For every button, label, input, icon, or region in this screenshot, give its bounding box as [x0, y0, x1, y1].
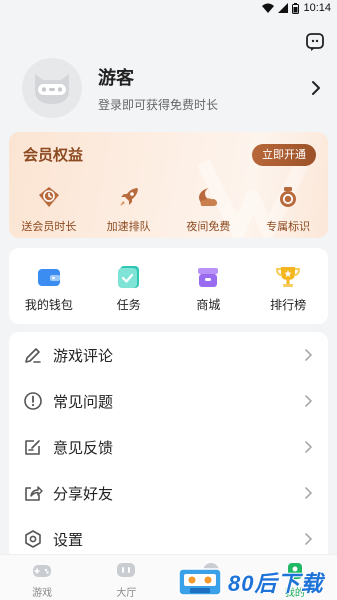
- moon-icon: [199, 188, 218, 206]
- share-icon: [25, 486, 43, 501]
- menu-item-game-review[interactable]: 游戏评论: [9, 332, 328, 378]
- vip-item-label: 夜间免费: [186, 221, 231, 233]
- signal-icon: [278, 3, 289, 13]
- shop-icon: [198, 268, 219, 287]
- cassette-logo-icon: [178, 568, 222, 596]
- menu-item-label: 游戏评论: [53, 347, 114, 365]
- tab-label: 游戏: [32, 588, 53, 599]
- avatar[interactable]: [22, 58, 82, 118]
- task-icon: [117, 266, 139, 288]
- chevron-right-icon: [305, 487, 313, 499]
- tool-task[interactable]: 任务: [89, 264, 169, 324]
- chevron-right-icon[interactable]: [310, 80, 322, 96]
- vip-item-time[interactable]: 送会员时长: [9, 184, 89, 234]
- tool-label: 我的钱包: [24, 298, 73, 312]
- menu-item-faq[interactable]: 常见问题: [9, 378, 328, 424]
- tool-ranking[interactable]: 排行榜: [248, 264, 328, 324]
- open-vip-button[interactable]: 立即开通: [252, 144, 316, 166]
- vip-benefits-card: 会员权益 立即开通 送会员时长 加速排队 夜间免费 专属标识: [9, 132, 328, 238]
- vip-item-label: 加速排队: [106, 221, 151, 233]
- trophy-icon: [276, 267, 301, 287]
- tools-card: 我的钱包 任务 商城 排行榜: [9, 248, 328, 324]
- menu-item-label: 设置: [53, 531, 84, 549]
- vip-item-night[interactable]: 夜间免费: [169, 184, 249, 234]
- menu-item-label: 意见反馈: [53, 439, 114, 457]
- wifi-icon: [262, 3, 275, 13]
- gamepad-icon: [33, 565, 52, 577]
- status-time: 10:14: [303, 2, 331, 14]
- chevron-right-icon: [305, 349, 313, 361]
- login-hint: 登录即可获得免费时长: [98, 97, 219, 112]
- feedback-icon: [25, 440, 40, 455]
- badge-icon: [280, 187, 297, 207]
- message-icon[interactable]: [305, 32, 325, 52]
- menu-item-label: 常见问题: [53, 393, 114, 411]
- tab-lobby[interactable]: 大厅: [84, 555, 168, 600]
- lobby-icon: [117, 563, 136, 577]
- vip-item-queue[interactable]: 加速排队: [89, 184, 169, 234]
- menu-item-share[interactable]: 分享好友: [9, 470, 328, 516]
- tool-label: 任务: [116, 298, 141, 312]
- tab-games[interactable]: 游戏: [0, 555, 84, 600]
- site-watermark: 80后下载: [178, 565, 336, 599]
- vip-item-badge[interactable]: 专属标识: [248, 184, 328, 234]
- profile-header[interactable]: 游客 登录即可获得免费时长: [22, 58, 322, 118]
- rocket-icon: [119, 188, 138, 206]
- status-bar: 10:14: [0, 0, 337, 16]
- chevron-right-icon: [305, 533, 313, 545]
- tool-label: 商城: [196, 298, 221, 312]
- menu-item-feedback[interactable]: 意见反馈: [9, 424, 328, 470]
- robot-avatar-icon: [35, 74, 69, 104]
- clock-icon: [38, 187, 59, 207]
- alert-icon: [24, 392, 42, 410]
- menu-item-label: 分享好友: [53, 485, 114, 503]
- settings-icon: [25, 530, 41, 548]
- battery-icon: [292, 2, 300, 14]
- vip-item-label: 送会员时长: [21, 221, 77, 233]
- tool-label: 排行榜: [270, 298, 307, 312]
- chevron-right-icon: [305, 441, 313, 453]
- watermark-text: 80后下载: [228, 571, 324, 596]
- vip-item-label: 专属标识: [266, 221, 311, 233]
- tool-shop[interactable]: 商城: [169, 264, 249, 324]
- tool-wallet[interactable]: 我的钱包: [9, 264, 89, 324]
- chevron-right-icon: [305, 395, 313, 407]
- wallet-icon: [37, 269, 60, 286]
- menu-list: 游戏评论 常见问题 意见反馈 分享好友 设置: [9, 332, 328, 562]
- tab-label: 大厅: [116, 588, 137, 599]
- username: 游客: [98, 67, 134, 88]
- vip-title: 会员权益: [23, 147, 84, 164]
- pencil-icon: [25, 348, 41, 363]
